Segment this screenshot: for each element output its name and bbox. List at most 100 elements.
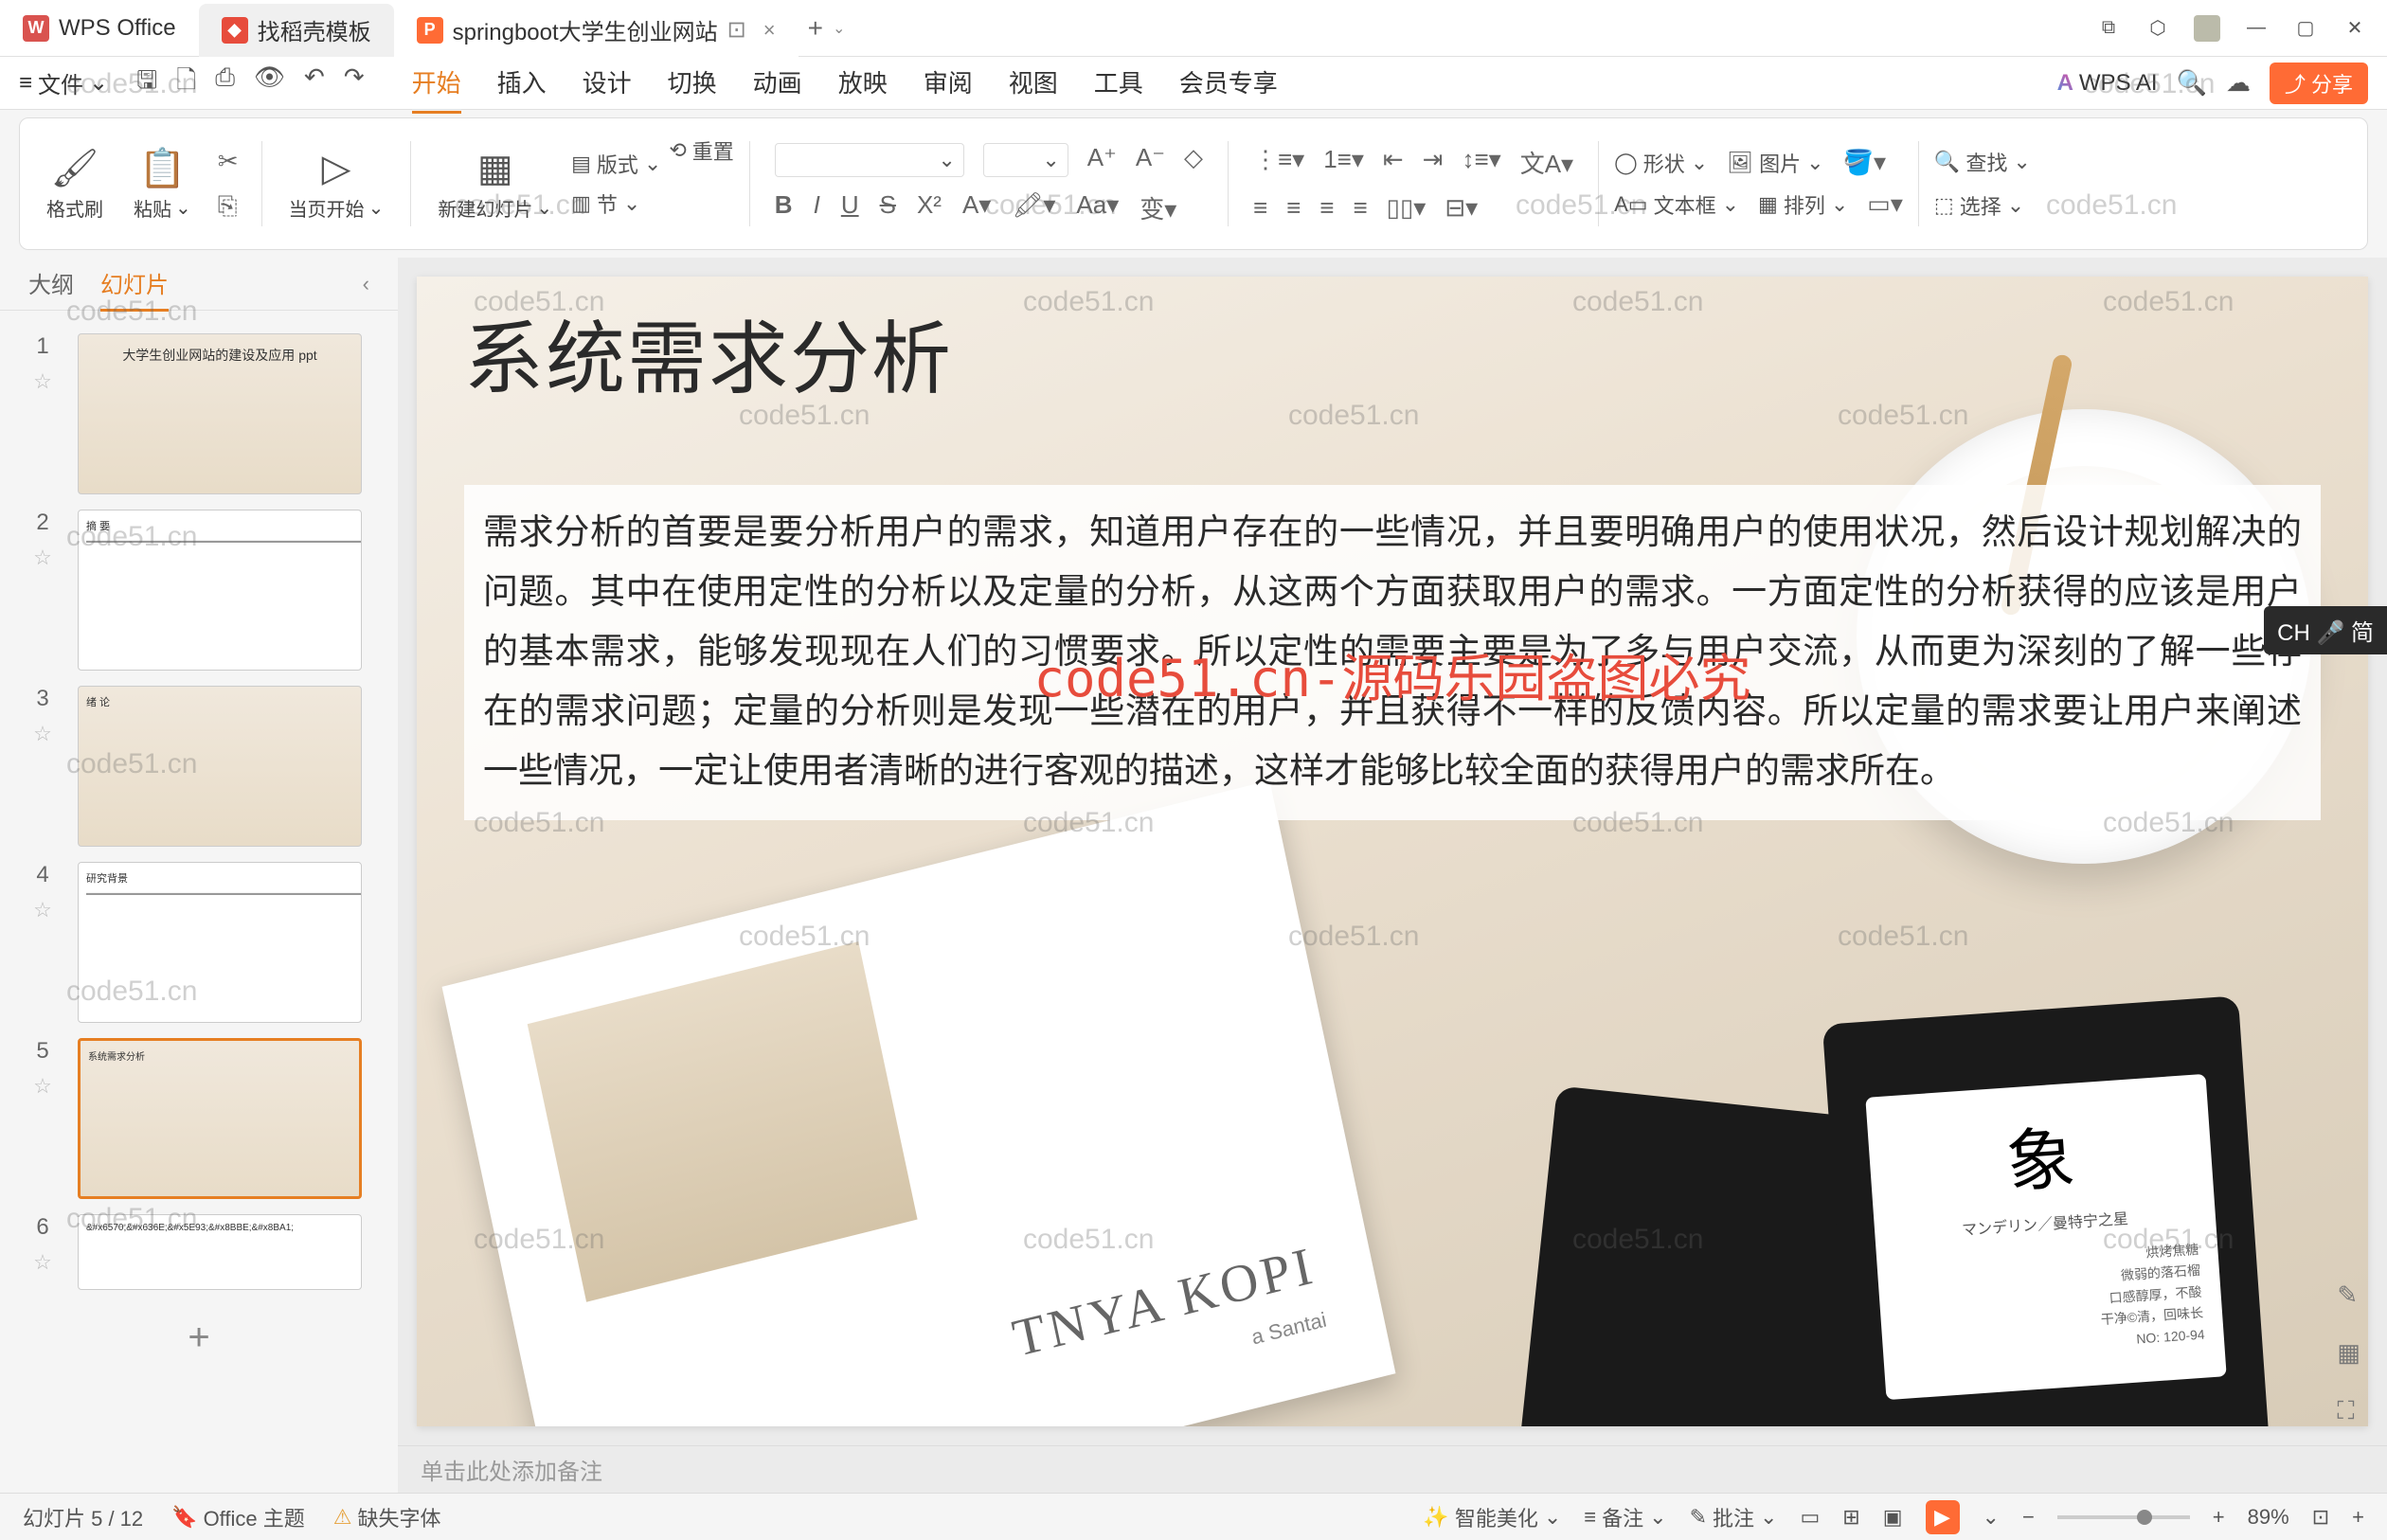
add-tab-button[interactable]: + [799, 13, 833, 44]
layout-icon[interactable]: ⧉ [2095, 15, 2122, 42]
columns-icon[interactable]: ▯▯▾ [1387, 193, 1427, 223]
wps-ai-button[interactable]: A WPS AI [2057, 70, 2158, 97]
slide-heading[interactable]: 系统需求分析 [464, 295, 953, 410]
from-current-group[interactable]: ▷ 当页开始⌄ [278, 147, 396, 222]
edge-pencil-icon[interactable]: ✎ [2337, 1280, 2360, 1310]
undo-icon[interactable]: ↶ [304, 63, 325, 104]
thumbnail-5[interactable]: 5☆ 系统需求分析 [0, 1030, 398, 1207]
edge-expand-icon[interactable]: ⛶ [2337, 1396, 2360, 1426]
cloud-upload-icon[interactable]: ☁ [2226, 68, 2251, 98]
paste-group[interactable]: 📋 粘贴⌄ [122, 146, 203, 222]
vertical-align-icon[interactable]: ⊟▾ [1445, 193, 1478, 223]
minimize-button[interactable]: — [2243, 15, 2270, 42]
file-menu[interactable]: ≡ 文件 ⌄ [19, 66, 108, 99]
reset-button[interactable]: ⟲重置 [669, 135, 733, 166]
layout-button[interactable]: ▤版式⌄ [571, 149, 661, 179]
thumbnail-3[interactable]: 3☆ 绪 论 [0, 678, 398, 854]
more-button[interactable]: + [2352, 1505, 2364, 1530]
indent-left-icon[interactable]: ⇤ [1383, 145, 1404, 180]
slideshow-button[interactable]: ▶ [1926, 1500, 1960, 1534]
tab-view[interactable]: 视图 [1009, 53, 1058, 114]
slideshow-dropdown[interactable]: ⌄ [1983, 1505, 2000, 1530]
align-right-icon[interactable]: ≡ [1319, 193, 1334, 223]
bold-icon[interactable]: B [775, 190, 793, 225]
tab-transition[interactable]: 切换 [668, 53, 717, 114]
redo-icon[interactable]: ↷ [344, 63, 365, 104]
tab-insert[interactable]: 插入 [497, 53, 547, 114]
slides-tab[interactable]: 幻灯片 [100, 257, 169, 312]
reading-view-icon[interactable]: ▣ [1883, 1505, 1903, 1530]
outline-color-icon[interactable]: ▭▾ [1867, 189, 1903, 220]
sorter-view-icon[interactable]: ⊞ [1842, 1505, 1859, 1530]
zoom-out-button[interactable]: − [2022, 1505, 2035, 1530]
text-effect-icon[interactable]: 变▾ [1140, 190, 1176, 225]
shapes-button[interactable]: ◯形状⌄ [1614, 148, 1708, 178]
textbox-button[interactable]: A▭文本框⌄ [1614, 189, 1739, 220]
close-tab-button[interactable]: × [763, 18, 776, 43]
thumbnail-4[interactable]: 4☆ 研究背景▬▬▬▬▬▬▬▬▬▬▬▬▬▬▬▬▬▬▬▬▬▬▬▬▬▬▬▬▬▬▬▬▬… [0, 854, 398, 1030]
comments-toggle[interactable]: ✎批注⌄ [1690, 1502, 1778, 1532]
zoom-level[interactable]: 89% [2248, 1505, 2289, 1530]
copy-icon[interactable]: ⎘ [218, 191, 239, 222]
star-icon[interactable]: ☆ [33, 722, 52, 746]
text-direction-icon[interactable]: 文A▾ [1520, 145, 1573, 180]
highlight-icon[interactable]: 🖍▾ [1012, 190, 1055, 225]
beautify-button[interactable]: ✨智能美化⌄ [1423, 1502, 1561, 1532]
normal-view-icon[interactable]: ▭ [1800, 1505, 1820, 1530]
ime-indicator[interactable]: CH 🎤 简 [2264, 606, 2387, 654]
theme-indicator[interactable]: 🔖Office 主题 [171, 1502, 305, 1532]
align-justify-icon[interactable]: ≡ [1353, 193, 1367, 223]
notes-bar[interactable]: 单击此处添加备注 [398, 1445, 2387, 1493]
font-color-icon[interactable]: A▾ [962, 190, 991, 225]
tab-design[interactable]: 设计 [583, 53, 632, 114]
zoom-in-button[interactable]: + [2213, 1505, 2225, 1530]
line-spacing-icon[interactable]: ↕≡▾ [1462, 145, 1500, 180]
star-icon[interactable]: ☆ [33, 898, 52, 922]
new-icon[interactable]: 🗋 [176, 63, 196, 104]
maximize-button[interactable]: ▢ [2292, 15, 2319, 42]
add-slide-button[interactable]: + [0, 1298, 398, 1378]
arrange-button[interactable]: ▦排列⌄ [1758, 189, 1848, 220]
thumbnail-2[interactable]: 2☆ 摘 要▬▬▬▬▬▬▬▬▬▬▬▬▬▬▬▬▬▬▬▬▬▬▬▬▬▬▬▬▬▬▬▬▬▬… [0, 502, 398, 678]
print-icon[interactable]: ⎙ [215, 63, 235, 104]
select-button[interactable]: ⬚选择⌄ [1934, 190, 2031, 221]
superscript-icon[interactable]: X² [917, 190, 942, 225]
underline-icon[interactable]: U [841, 190, 859, 225]
app-name-tab[interactable]: W WPS Office [0, 0, 199, 56]
cut-icon[interactable]: ✂ [218, 147, 239, 176]
tab-animation[interactable]: 动画 [753, 53, 802, 114]
search-icon[interactable]: 🔍 [2177, 68, 2207, 98]
change-case-icon[interactable]: Aa▾ [1076, 190, 1119, 225]
star-icon[interactable]: ☆ [33, 1250, 52, 1275]
star-icon[interactable]: ☆ [33, 1074, 52, 1099]
pictures-button[interactable]: 🖼图片⌄ [1727, 148, 1823, 178]
find-button[interactable]: 🔍查找⌄ [1934, 147, 2031, 177]
star-icon[interactable]: ☆ [33, 546, 52, 570]
template-tab[interactable]: ◆ 找稻壳模板 [199, 4, 394, 57]
fill-color-icon[interactable]: 🪣▾ [1843, 148, 1886, 178]
fit-view-button[interactable]: ⊡ [2312, 1505, 2329, 1530]
save-icon[interactable]: 🖫 [136, 63, 157, 104]
font-family-select[interactable]: ⌄ [775, 143, 964, 177]
cube-icon[interactable]: ⬡ [2145, 15, 2171, 42]
numbering-icon[interactable]: 1≡▾ [1323, 145, 1364, 180]
preview-icon[interactable]: 👁 [254, 63, 285, 104]
align-center-icon[interactable]: ≡ [1286, 193, 1301, 223]
notes-toggle[interactable]: ≡备注⌄ [1584, 1502, 1666, 1532]
align-left-icon[interactable]: ≡ [1253, 193, 1267, 223]
thumbnails-list[interactable]: 1☆ 大学生创业网站的建设及应用 ppt 2☆ 摘 要▬▬▬▬▬▬▬▬▬▬▬▬▬… [0, 311, 398, 1493]
collapse-panel-button[interactable]: ‹ [363, 272, 369, 296]
avatar-icon[interactable] [2194, 15, 2220, 42]
share-button[interactable]: ⤴ 分享 [2270, 63, 2368, 104]
new-slide-group[interactable]: ▦ 新建幻灯片⌄ [426, 147, 564, 222]
close-window-button[interactable]: ✕ [2342, 15, 2368, 42]
format-brush-group[interactable]: 🖌 格式刷 [35, 146, 115, 222]
edge-layers-icon[interactable]: ▦ [2337, 1338, 2360, 1368]
strike-icon[interactable]: S [880, 190, 896, 225]
tab-slideshow[interactable]: 放映 [838, 53, 888, 114]
increase-font-icon[interactable]: A⁺ [1087, 143, 1117, 177]
tab-member[interactable]: 会员专享 [1179, 53, 1278, 114]
font-size-select[interactable]: ⌄ [983, 143, 1068, 177]
zoom-slider[interactable] [2057, 1515, 2190, 1519]
indent-right-icon[interactable]: ⇥ [1423, 145, 1444, 180]
